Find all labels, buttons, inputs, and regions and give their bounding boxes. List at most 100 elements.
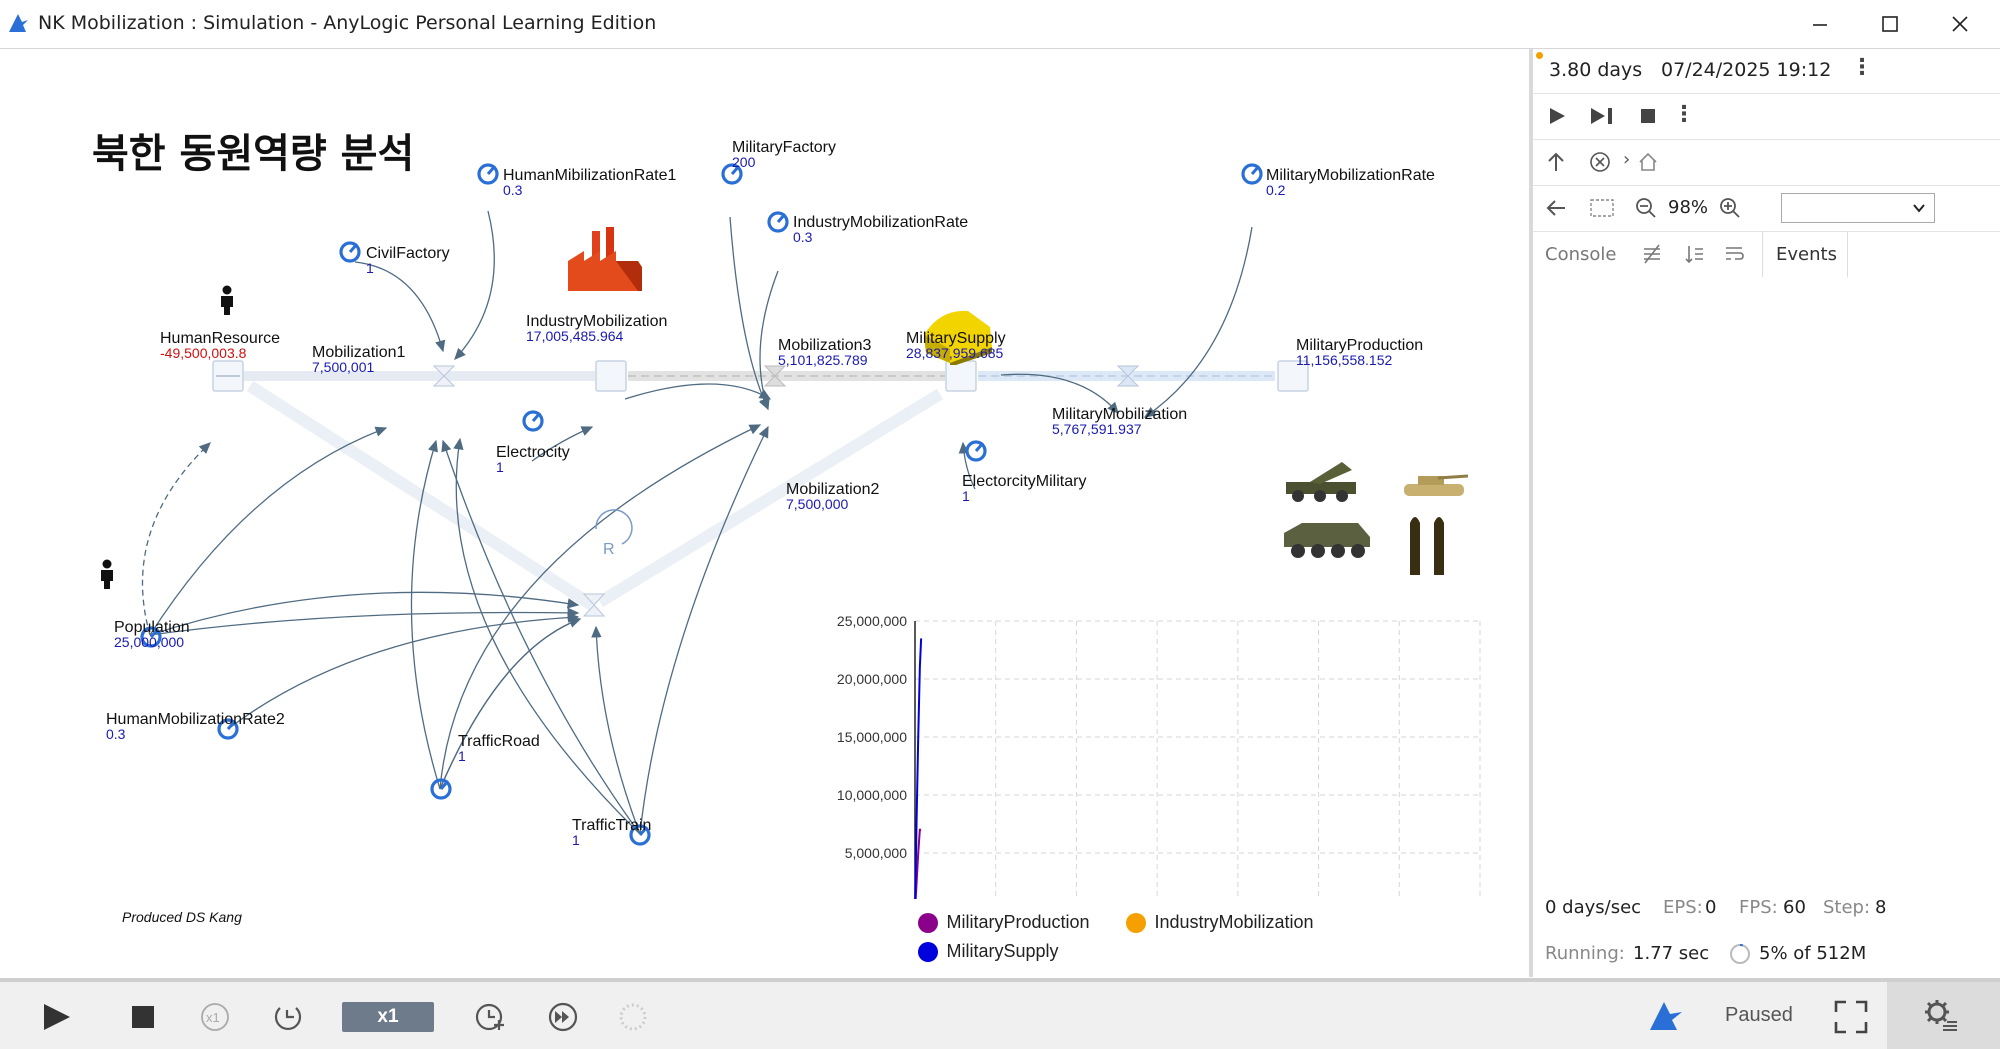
zoom-level: 98% bbox=[1668, 197, 1709, 218]
fps-value: 60 bbox=[1783, 897, 1806, 918]
legend-swatch bbox=[918, 941, 938, 962]
flow-value: 5,767,591.937 bbox=[1052, 421, 1142, 437]
clear-console-icon[interactable] bbox=[1641, 243, 1663, 265]
scroll-lock-icon[interactable] bbox=[1683, 243, 1705, 265]
legend-label: MilitarySupply bbox=[946, 941, 1059, 961]
y-tick-label: 20,000,000 bbox=[837, 671, 907, 687]
run-icon[interactable] bbox=[1547, 106, 1567, 126]
svg-text:x1: x1 bbox=[206, 1010, 220, 1025]
back-arrow-icon[interactable] bbox=[1545, 197, 1567, 219]
legend-item: MilitaryProduction bbox=[918, 912, 1090, 933]
more-icon[interactable]: ⋮ bbox=[1851, 55, 1873, 80]
parameter-icon[interactable] bbox=[429, 777, 453, 801]
param-value: 1 bbox=[458, 748, 466, 764]
param-value: 0.3 bbox=[793, 229, 813, 245]
run-controls-row: ⋮ bbox=[1533, 93, 2000, 140]
step-label: Step: bbox=[1823, 897, 1871, 918]
anylogic-logo-icon bbox=[1650, 1002, 1682, 1030]
close-button[interactable] bbox=[1925, 0, 1995, 48]
fast-forward-icon[interactable] bbox=[546, 1002, 580, 1032]
factory-icon bbox=[568, 227, 642, 291]
legend-swatch bbox=[1126, 912, 1146, 933]
title-bar: NK Mobilization : Simulation - AnyLogic … bbox=[0, 0, 2000, 49]
parameter-icon[interactable] bbox=[964, 439, 988, 463]
flow-value: 7,500,000 bbox=[786, 496, 849, 512]
param-value: 1 bbox=[366, 260, 374, 276]
y-tick-label: 5,000,000 bbox=[845, 845, 907, 861]
zoom-out-icon[interactable] bbox=[1635, 197, 1657, 219]
tank-icon bbox=[1404, 474, 1468, 496]
model-time: 3.80 days bbox=[1549, 59, 1643, 81]
person-icon bbox=[101, 559, 113, 589]
parameter-icon[interactable] bbox=[476, 162, 500, 186]
param-name: MilitaryMobilizationRate bbox=[1266, 167, 1435, 184]
legend-item: MilitarySupply bbox=[918, 941, 1059, 962]
y-tick-label: 10,000,000 bbox=[837, 787, 907, 803]
y-tick-label: 25,000,000 bbox=[837, 613, 907, 629]
word-wrap-icon[interactable] bbox=[1723, 243, 1745, 265]
time-row: 3.80 days 07/24/2025 19:12 ⋮ bbox=[1533, 49, 2000, 94]
stock-value: 17,005,485.964 bbox=[526, 328, 624, 344]
legend-swatch bbox=[918, 912, 938, 933]
tab-events-label: Events bbox=[1776, 244, 1837, 265]
y-tick-label: 15,000,000 bbox=[837, 729, 907, 745]
slower-icon[interactable]: x1 bbox=[198, 1002, 232, 1032]
parameter-icon[interactable] bbox=[766, 210, 790, 234]
param-name: HumanMibilizationRate1 bbox=[503, 167, 677, 184]
credit-text: Produced DS Kang bbox=[122, 909, 242, 925]
stop-icon[interactable] bbox=[1639, 107, 1657, 125]
param-value: 0.3 bbox=[106, 726, 126, 742]
tab-console[interactable]: Console bbox=[1545, 244, 1616, 265]
simulation-status: Paused bbox=[1725, 1004, 1793, 1026]
fps-label: FPS: bbox=[1739, 897, 1778, 918]
zoom-row: 98% bbox=[1533, 185, 2000, 232]
rocket-launcher-icon bbox=[1286, 462, 1356, 502]
view-area-dropdown[interactable] bbox=[1781, 193, 1935, 223]
run-icon[interactable] bbox=[40, 1002, 74, 1032]
time-series-chart: 05010015020025030035005,000,00010,000,00… bbox=[837, 613, 1481, 899]
legend-label: IndustryMobilization bbox=[1154, 912, 1314, 932]
param-value: 1 bbox=[962, 488, 970, 504]
param-name: HumanMobilizationRate2 bbox=[106, 711, 285, 728]
model-canvas[interactable]: R 북한 동원역량 분석 HumanResource -49,500,003.8… bbox=[0, 49, 1527, 977]
settings-button[interactable] bbox=[1887, 982, 2000, 1049]
console-tabs-row: Console Events bbox=[1533, 231, 2000, 278]
stock-value: 28,837,959.685 bbox=[906, 345, 1004, 361]
minimize-button[interactable] bbox=[1785, 0, 1855, 48]
legend-item: IndustryMobilization bbox=[1126, 912, 1314, 933]
step-icon[interactable] bbox=[1589, 106, 1615, 126]
home-icon[interactable] bbox=[1637, 151, 1659, 173]
stop-icon[interactable] bbox=[130, 1004, 156, 1030]
param-value: 200 bbox=[732, 154, 756, 170]
breadcrumb-chevron-icon: › bbox=[1623, 149, 1631, 170]
param-name: TrafficTrain bbox=[572, 817, 652, 834]
model-datetime: 07/24/2025 19:12 bbox=[1661, 59, 1832, 81]
parameter-icon[interactable] bbox=[338, 240, 362, 264]
anylogic-logo-icon bbox=[9, 14, 28, 32]
minimize-icon bbox=[1813, 24, 1827, 26]
tab-events[interactable]: Events bbox=[1762, 231, 1848, 277]
cancel-circle-icon[interactable] bbox=[1589, 151, 1611, 173]
up-arrow-icon[interactable] bbox=[1545, 151, 1567, 173]
console-output[interactable] bbox=[1533, 277, 2000, 897]
memory-gauge-icon bbox=[1730, 944, 1750, 964]
navigation-row: › bbox=[1533, 139, 2000, 186]
maximize-button[interactable] bbox=[1855, 0, 1925, 48]
reset-time-icon[interactable] bbox=[270, 1002, 304, 1032]
stock-value: -49,500,003.8 bbox=[160, 345, 247, 361]
simulation-toolbar: x1 x1 Paused bbox=[0, 978, 2000, 1049]
fit-zoom-icon[interactable] bbox=[1589, 197, 1615, 219]
flow-value: 7,500,001 bbox=[312, 359, 375, 375]
memory-usage: 5% of 512M bbox=[1759, 943, 1867, 964]
eps-value: 0 bbox=[1705, 897, 1717, 918]
speed-selector[interactable]: x1 bbox=[342, 1002, 434, 1032]
zoom-in-icon[interactable] bbox=[1719, 197, 1741, 219]
param-name: CivilFactory bbox=[366, 245, 450, 262]
parameter-icon[interactable] bbox=[1240, 162, 1264, 186]
faster-icon[interactable] bbox=[474, 1002, 508, 1032]
parameter-icon[interactable] bbox=[521, 409, 545, 433]
fullscreen-icon[interactable] bbox=[1834, 1000, 1868, 1034]
run-more-icon[interactable]: ⋮ bbox=[1673, 102, 1695, 127]
param-name: TrafficRoad bbox=[458, 733, 540, 750]
legend-label: MilitaryProduction bbox=[946, 912, 1090, 932]
